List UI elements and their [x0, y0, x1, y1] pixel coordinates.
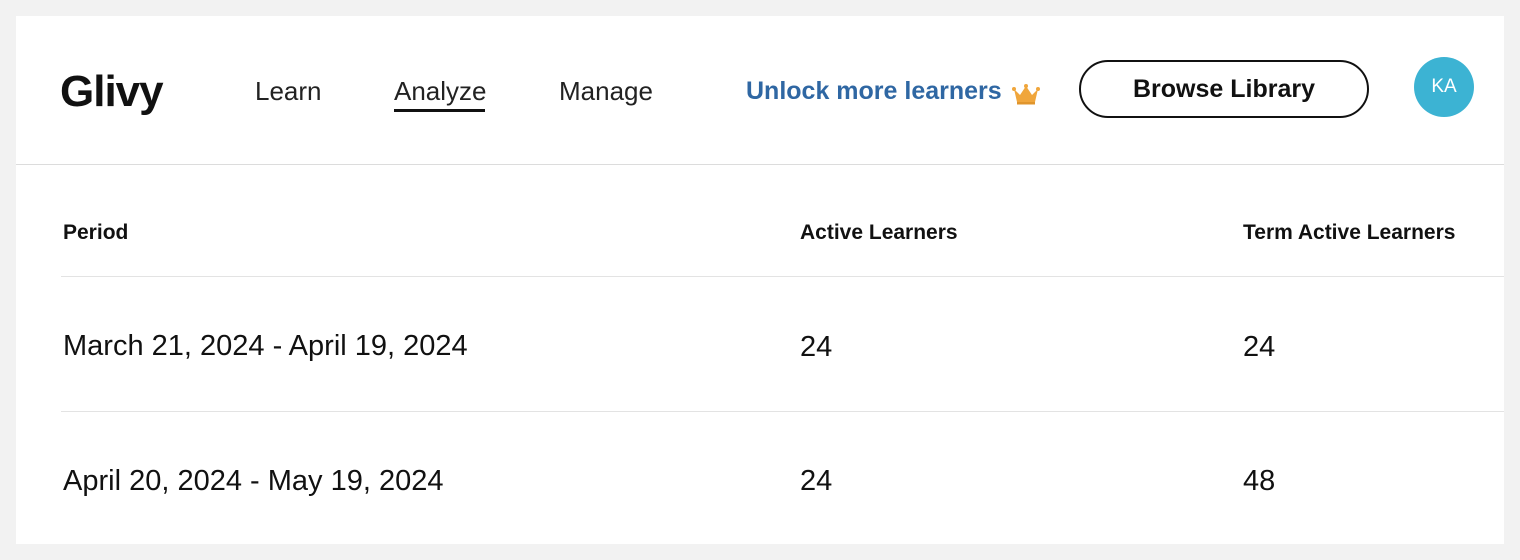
active-learners-cell: 24 [800, 331, 833, 363]
term-active-learners-cell: 24 [1243, 331, 1276, 363]
app-frame: Glivy Learn Analyze Manage Unlock more l… [16, 16, 1504, 544]
column-header-period: Period [63, 221, 129, 244]
column-header-active-learners: Active Learners [800, 221, 958, 244]
row-divider [61, 411, 1504, 412]
unlock-label: Unlock more learners [746, 77, 1002, 105]
nav-learn[interactable]: Learn [255, 74, 322, 108]
top-header: Glivy Learn Analyze Manage Unlock more l… [16, 16, 1504, 165]
crown-icon [1011, 80, 1040, 105]
avatar[interactable]: KA [1414, 57, 1474, 117]
active-nav-indicator [394, 109, 485, 112]
nav-analyze[interactable]: Analyze [394, 74, 487, 108]
period-cell: March 21, 2024 - April 19, 2024 [63, 330, 468, 362]
browse-library-button[interactable]: Browse Library [1079, 60, 1369, 118]
row-divider [61, 276, 1504, 277]
nav-manage[interactable]: Manage [559, 74, 653, 108]
unlock-more-learners-link[interactable]: Unlock more learners [746, 74, 1040, 108]
term-active-learners-cell: 48 [1243, 465, 1276, 497]
column-header-term-active-learners: Term Active Learners [1243, 221, 1456, 244]
logo[interactable]: Glivy [60, 66, 164, 118]
period-cell: April 20, 2024 - May 19, 2024 [63, 465, 444, 497]
active-learners-cell: 24 [800, 465, 833, 497]
